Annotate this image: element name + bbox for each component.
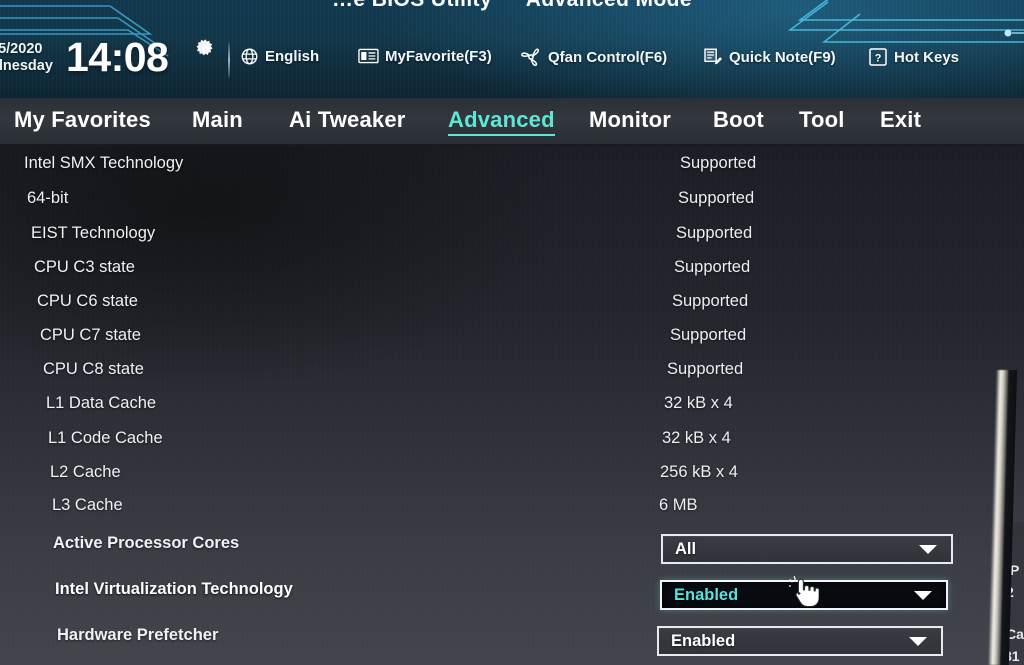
system-date: /15/2020	[0, 41, 43, 57]
setting-value: Supported	[667, 360, 744, 378]
svg-text:?: ?	[875, 52, 882, 64]
header-item-label: MyFavorite(F3)	[385, 47, 492, 65]
bios-screen: …e BIOS Utility Advanced Mode /15/2020 e…	[0, 0, 1024, 665]
table-row: L2 Cache 256 kB x 4	[0, 463, 1024, 497]
system-clock: 14:08	[66, 34, 169, 80]
tab-main[interactable]: Main	[192, 107, 243, 133]
dropdown-hardware-prefetcher[interactable]: Enabled	[657, 626, 943, 656]
tab-label: Exit	[880, 107, 922, 132]
dropdown-value: Enabled	[674, 585, 739, 604]
table-row: CPU C6 state Supported	[0, 292, 1024, 326]
setting-label: 64-bit	[27, 189, 69, 207]
setting-label: CPU C7 state	[40, 326, 141, 344]
settings-list: Intel SMX Technology Supported 64-bit Su…	[0, 146, 1024, 665]
table-row: L3 Cache 6 MB	[0, 496, 1024, 530]
setting-label: CPU C3 state	[34, 258, 135, 276]
table-row: CPU C8 state Supported	[0, 360, 1024, 394]
window-title-text: …e BIOS Utility	[332, 0, 492, 11]
window-mode-text: Advanced Mode	[526, 0, 692, 11]
setting-label: L1 Data Cache	[46, 394, 157, 412]
setting-label: Active Processor Cores	[53, 534, 240, 552]
header-item-quick-note[interactable]: Quick Note(F9)	[702, 47, 836, 67]
setting-value: Supported	[674, 258, 751, 276]
note-pencil-icon	[702, 47, 723, 67]
setting-label: L1 Code Cache	[48, 429, 163, 447]
tab-monitor[interactable]: Monitor	[589, 107, 671, 133]
header-item-label: English	[265, 48, 320, 65]
header-item-myfavorite[interactable]: MyFavorite(F3)	[358, 47, 492, 65]
gear-icon[interactable]	[196, 39, 215, 58]
setting-label: Hardware Prefetcher	[57, 626, 219, 644]
setting-label: Intel Virtualization Technology	[55, 580, 293, 598]
system-date-time: /15/2020 ednesday	[0, 41, 53, 75]
table-row: CPU C3 state Supported	[0, 258, 1024, 292]
table-row: L1 Code Cache 32 kB x 4	[0, 429, 1024, 463]
setting-value: 32 kB x 4	[664, 394, 733, 412]
tab-my-favorites[interactable]: My Favorites	[14, 107, 151, 133]
system-weekday: ednesday	[0, 58, 53, 74]
dropdown-value: All	[675, 539, 697, 558]
header-divider	[228, 42, 230, 78]
header-clock-bar: /15/2020 ednesday 14:08 English	[0, 34, 1024, 92]
table-row: CPU C7 state Supported	[0, 326, 1024, 360]
tab-boot[interactable]: Boot	[713, 107, 764, 133]
header-item-label: Quick Note(F9)	[729, 48, 836, 66]
header-item-label: Hot Keys	[894, 48, 960, 66]
tab-label: Tool	[799, 107, 845, 132]
header-item-label: Qfan Control(F6)	[548, 48, 668, 66]
table-row: Intel SMX Technology Supported	[0, 154, 1024, 188]
setting-value: Supported	[672, 292, 749, 310]
dropdown-active-processor-cores[interactable]: All	[661, 534, 953, 564]
window-title: …e BIOS Utility Advanced Mode	[0, 0, 1024, 18]
bios-header: …e BIOS Utility Advanced Mode /15/2020 e…	[0, 0, 1024, 98]
globe-icon	[240, 47, 259, 66]
header-item-qfan-control[interactable]: Qfan Control(F6)	[520, 47, 667, 67]
tab-label: My Favorites	[14, 107, 151, 132]
setting-label: CPU C6 state	[37, 292, 138, 310]
chevron-down-icon	[914, 590, 932, 600]
dropdown-value: Enabled	[671, 631, 736, 650]
tab-label: Ai Tweaker	[289, 107, 406, 132]
dropdown-intel-virtualization-technology[interactable]: Enabled	[660, 580, 948, 610]
tab-ai-tweaker[interactable]: Ai Tweaker	[289, 107, 406, 133]
setting-value: Supported	[680, 154, 757, 172]
setting-value: 256 kB x 4	[660, 463, 738, 481]
setting-label: EIST Technology	[31, 224, 156, 242]
chevron-down-icon	[909, 636, 927, 646]
fan-icon	[520, 47, 542, 67]
setting-label: Intel SMX Technology	[24, 154, 184, 172]
tab-label: Advanced	[448, 107, 555, 132]
setting-label: CPU C8 state	[43, 360, 144, 378]
favorites-list-icon	[358, 47, 379, 65]
chevron-down-icon	[919, 544, 937, 554]
setting-value: Supported	[676, 224, 753, 242]
table-row: L1 Data Cache 32 kB x 4	[0, 394, 1024, 428]
question-box-icon: ?	[868, 47, 888, 67]
table-row: 64-bit Supported	[0, 189, 1024, 223]
setting-label: L2 Cache	[50, 463, 121, 481]
setting-label: L3 Cache	[52, 496, 123, 514]
table-row: EIST Technology Supported	[0, 224, 1024, 258]
tab-label: Boot	[713, 107, 764, 132]
tab-label: Monitor	[589, 107, 672, 132]
header-item-hot-keys[interactable]: ? Hot Keys	[868, 47, 959, 67]
header-item-language[interactable]: English	[240, 47, 319, 66]
setting-value: Supported	[670, 326, 747, 344]
setting-value: 6 MB	[659, 496, 698, 514]
main-tab-bar: My Favorites Main Ai Tweaker Advanced Mo…	[0, 98, 1024, 146]
tab-exit[interactable]: Exit	[880, 107, 921, 133]
tab-tool[interactable]: Tool	[799, 107, 845, 133]
tab-label: Main	[192, 107, 243, 132]
setting-value: Supported	[678, 189, 755, 207]
tab-advanced[interactable]: Advanced	[448, 107, 555, 136]
setting-value: 32 kB x 4	[662, 429, 731, 447]
